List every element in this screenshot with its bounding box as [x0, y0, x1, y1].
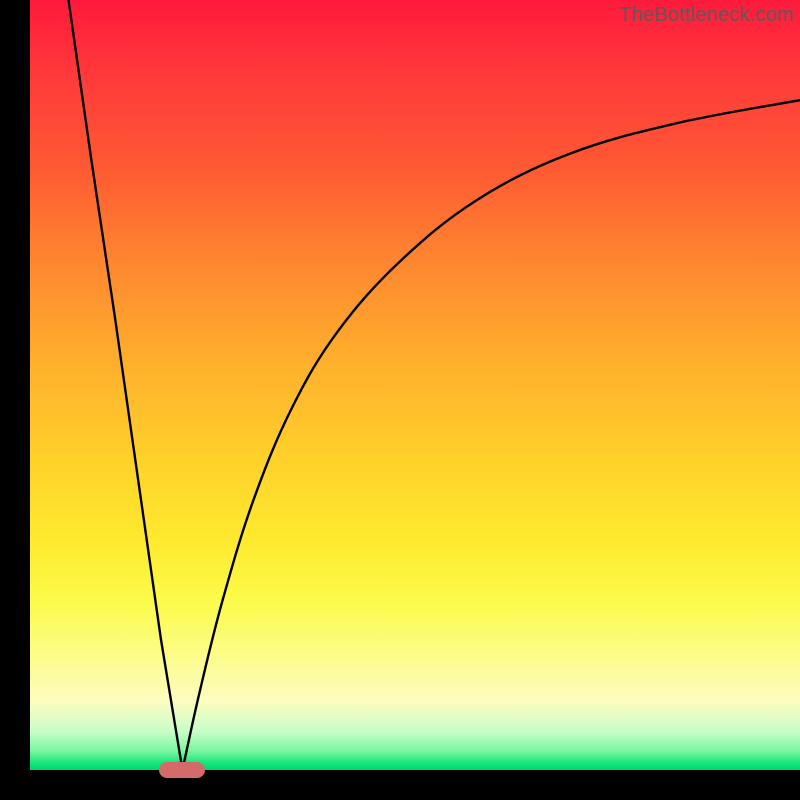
series-right-curve [182, 100, 800, 770]
chart-frame: TheBottleneck.com [0, 0, 800, 800]
bottleneck-marker [159, 762, 205, 778]
plot-area [30, 0, 800, 770]
curves-layer [30, 0, 800, 770]
series-left-descent [69, 0, 183, 770]
